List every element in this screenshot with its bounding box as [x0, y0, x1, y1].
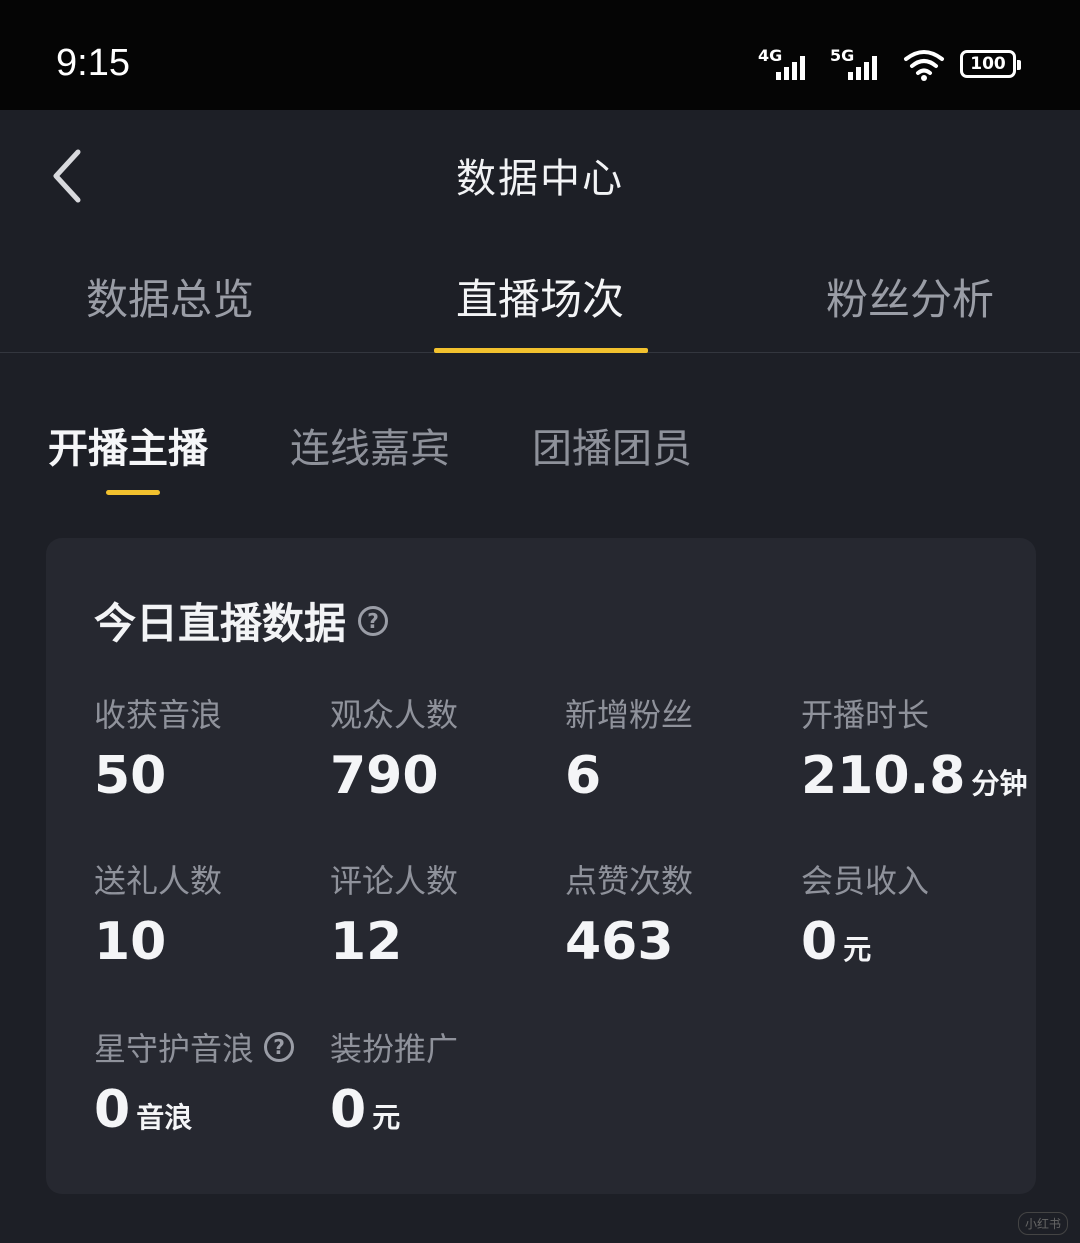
watermark-logo: 小红书 — [1017, 1212, 1068, 1235]
metric-label: 装扮推广 — [330, 1030, 459, 1068]
metric-label: 开播时长 — [801, 696, 930, 734]
metric-label: 评论人数 — [330, 862, 459, 900]
metric-likes: 点赞次数 463 — [565, 856, 693, 972]
metric-value: 210.8 分钟 — [801, 746, 1028, 806]
metric-decoration-promo: 装扮推广 0元 — [330, 1024, 458, 1140]
metric-value: 10 — [94, 912, 167, 972]
tab-overview[interactable]: 数据总览 — [86, 266, 254, 327]
metric-member-income: 会员收入 0元 — [801, 856, 929, 972]
metric-unit: 元 — [843, 933, 872, 966]
metric-sound-waves: 收获音浪 50 — [94, 690, 222, 806]
metric-label: 点赞次数 — [565, 862, 694, 900]
tab-live-sessions[interactable]: 直播场次 — [456, 266, 624, 327]
today-live-data-card: 今日直播数据 ? 收获音浪 50 观众人数 790 新增粉丝 6 开播时长 21… — [46, 538, 1036, 1194]
wifi-icon — [904, 50, 944, 81]
signal-4g-icon: 4G — [758, 46, 816, 82]
metric-label: 收获音浪 — [94, 696, 223, 734]
metric-unit: 元 — [372, 1101, 401, 1134]
signal-5g-icon: 5G — [830, 46, 888, 82]
metric-value: 463 — [565, 912, 674, 972]
metric-star-guard: 星守护音浪 ? 0 音浪 — [94, 1024, 295, 1140]
metric-value: 50 — [94, 746, 167, 806]
page-title: 数据中心 — [456, 156, 624, 202]
metric-new-fans: 新增粉丝 6 — [565, 690, 693, 806]
tab-active-indicator — [434, 348, 648, 353]
metric-value: 0元 — [330, 1080, 401, 1140]
status-bar: 9:15 4G 5G 100 — [0, 0, 1080, 110]
app-header: 数据中心 — [0, 110, 1080, 240]
subtab-host[interactable]: 开播主播 — [48, 416, 208, 474]
metric-viewers: 观众人数 790 — [330, 690, 458, 806]
metric-value: 0 音浪 — [94, 1080, 193, 1140]
metric-value: 12 — [330, 912, 403, 972]
subtab-team-member[interactable]: 团播团员 — [532, 416, 692, 474]
system-icons: 4G 5G 100 — [758, 44, 1021, 84]
battery-level: 100 — [970, 54, 1006, 74]
main-tabs: 数据总览 直播场次 粉丝分析 — [0, 250, 1080, 353]
metric-gift-givers: 送礼人数 10 — [94, 856, 222, 972]
battery-icon: 100 — [960, 50, 1021, 78]
card-title-text: 今日直播数据 — [94, 599, 347, 648]
metric-unit: 音浪 — [136, 1101, 193, 1134]
metric-value: 0元 — [801, 912, 872, 972]
card-title: 今日直播数据 ? — [94, 590, 389, 651]
metric-value: 790 — [330, 746, 439, 806]
tab-fan-analysis[interactable]: 粉丝分析 — [826, 266, 994, 327]
metric-live-duration: 开播时长 210.8 分钟 — [801, 690, 1028, 806]
metric-label: 新增粉丝 — [565, 696, 694, 734]
metric-label: 观众人数 — [330, 696, 459, 734]
metric-commenters: 评论人数 12 — [330, 856, 458, 972]
metric-value: 6 — [565, 746, 602, 806]
metric-unit: 分钟 — [971, 767, 1028, 800]
help-icon[interactable]: ? — [358, 605, 389, 636]
metric-label: 送礼人数 — [94, 862, 223, 900]
help-icon[interactable]: ? — [264, 1032, 295, 1062]
metric-label: 会员收入 — [801, 862, 930, 900]
metric-label: 星守护音浪 ? — [94, 1024, 295, 1070]
subtab-active-indicator — [106, 490, 160, 495]
sub-tabs: 开播主播 连线嘉宾 团播团员 — [0, 410, 1080, 500]
subtab-guest[interactable]: 连线嘉宾 — [290, 416, 450, 474]
status-time: 9:15 — [56, 42, 130, 84]
